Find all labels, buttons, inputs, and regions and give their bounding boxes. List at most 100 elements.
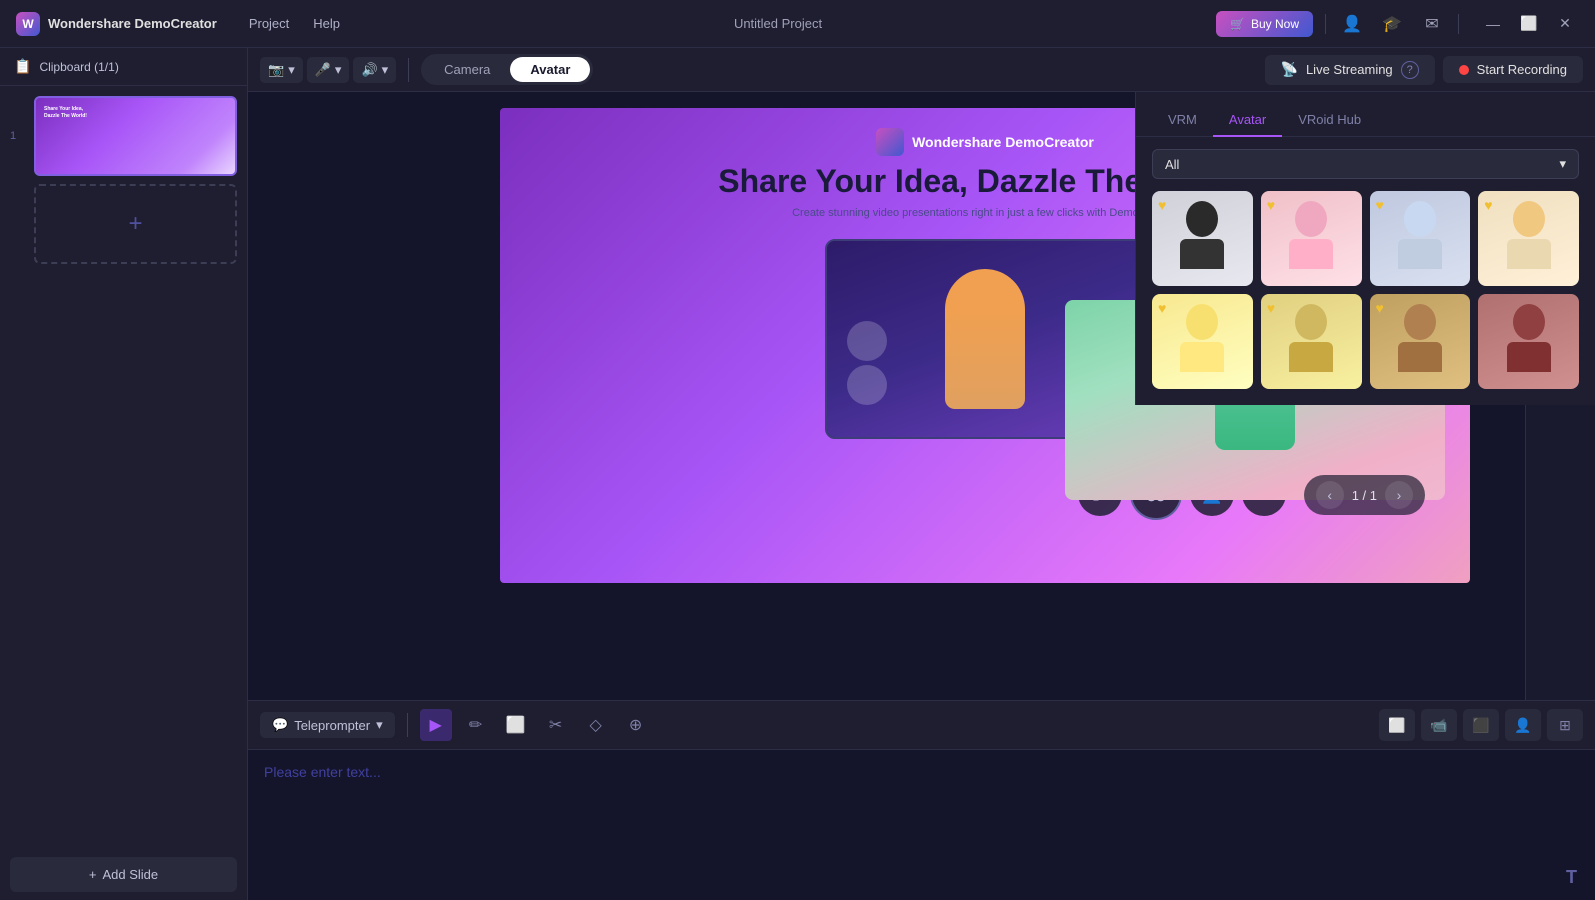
av7-body — [1398, 342, 1442, 372]
start-recording-button[interactable]: Start Recording — [1443, 56, 1583, 83]
next-page-button[interactable]: › — [1385, 481, 1413, 509]
avatar-card-3[interactable]: ♥ — [1370, 191, 1471, 286]
dot-2 — [847, 365, 887, 405]
avatar-fav-5: ♥ — [1158, 300, 1166, 316]
avatar-figure-4 — [1478, 191, 1579, 269]
avatar-switch-button[interactable]: Avatar — [510, 57, 590, 82]
minimize-button[interactable]: — — [1479, 10, 1507, 38]
clipboard-icon: 📋 — [14, 58, 31, 75]
tp-shape-tool[interactable]: ◇ — [580, 709, 612, 741]
avatar-card-1[interactable]: ♥ — [1152, 191, 1253, 286]
close-button[interactable]: ✕ — [1551, 10, 1579, 38]
camera-switch-button[interactable]: Camera — [424, 57, 510, 82]
tab-avatar[interactable]: Avatar — [1213, 104, 1282, 137]
camera-source-button[interactable]: 📷 ▾ — [260, 57, 303, 83]
menu-project[interactable]: Project — [249, 16, 289, 31]
avatar-filter-select[interactable]: All ▾ — [1152, 149, 1579, 179]
pagination: ‹ 1 / 1 › — [1304, 475, 1425, 515]
slide-number-1: 1 — [10, 130, 26, 142]
av8-body — [1507, 342, 1551, 372]
live-streaming-button[interactable]: 📡 Live Streaming ? — [1265, 55, 1435, 85]
add-icon: + — [89, 867, 97, 882]
user-icon-button[interactable]: 👤 — [1338, 10, 1366, 38]
avatar-figure-6 — [1261, 294, 1362, 372]
title-bar-menu: Project Help — [249, 16, 340, 31]
mic-dropdown-icon: ▾ — [335, 62, 342, 78]
filter-dropdown-icon: ▾ — [1559, 156, 1566, 172]
speaker-icon: 🔊 — [361, 62, 377, 78]
cart-icon: 🛒 — [1230, 17, 1245, 31]
bottom-area: 💬 Teleprompter ▾ ▶ ✏ ⬜ ✂ ◇ ⊕ ⬜ 📹 ⬛ 👤 ⊞ — [248, 700, 1595, 900]
teleprompter-toolbar: 💬 Teleprompter ▾ ▶ ✏ ⬜ ✂ ◇ ⊕ ⬜ 📹 ⬛ 👤 ⊞ — [248, 701, 1595, 750]
live-streaming-icon: 📡 — [1281, 61, 1298, 78]
avatar-card-4[interactable]: ♥ — [1478, 191, 1579, 286]
add-slide-button[interactable]: + Add Slide — [10, 857, 237, 892]
live-streaming-help-icon[interactable]: ? — [1401, 61, 1419, 79]
tp-pen-tool[interactable]: ✏ — [460, 709, 492, 741]
add-slide-icon: + — [128, 210, 142, 238]
menu-help[interactable]: Help — [313, 16, 340, 31]
tp-cursor-tool[interactable]: ▶ — [420, 709, 452, 741]
tab-vrm[interactable]: VRM — [1152, 104, 1213, 137]
avatar-card-6[interactable]: ♥ — [1261, 294, 1362, 389]
slide-item-1: 1 Share Your Idea,Dazzle The World! — [10, 96, 237, 176]
graduation-icon-button[interactable]: 🎓 — [1378, 10, 1406, 38]
avatar-card-7[interactable]: ♥ — [1370, 294, 1471, 389]
tp-mode-split[interactable]: ⬛ — [1463, 709, 1499, 741]
start-recording-label: Start Recording — [1477, 62, 1567, 77]
avatar-fav-7: ♥ — [1376, 300, 1384, 316]
window-controls: — ⬜ ✕ — [1479, 10, 1579, 38]
avatar-figure-5 — [1152, 294, 1253, 372]
person-silhouette — [945, 269, 1025, 409]
clipboard-title: Clipboard (1/1) — [39, 60, 118, 74]
recording-dot-icon — [1459, 65, 1469, 75]
av3-head — [1404, 201, 1436, 237]
prev-page-button[interactable]: ‹ — [1316, 481, 1344, 509]
teleprompter-label: Teleprompter — [294, 718, 370, 733]
tp-add-tool[interactable]: ⊕ — [620, 709, 652, 741]
tp-right-buttons: ⬜ 📹 ⬛ 👤 ⊞ — [1379, 709, 1583, 741]
maximize-button[interactable]: ⬜ — [1515, 10, 1543, 38]
mic-button[interactable]: 🎤 ▾ — [307, 57, 350, 83]
buy-now-button[interactable]: 🛒 Buy Now — [1216, 11, 1313, 37]
avatar-card-8[interactable] — [1478, 294, 1579, 389]
tp-mode-grid[interactable]: ⊞ — [1547, 709, 1583, 741]
tp-cut-tool[interactable]: ✂ — [540, 709, 572, 741]
slide-thumb-text: Share Your Idea,Dazzle The World! — [44, 106, 87, 119]
slide-list: 1 Share Your Idea,Dazzle The World! + — [0, 86, 247, 849]
add-slide-placeholder[interactable]: + — [34, 184, 237, 264]
teleprompter-dropdown-icon: ▾ — [376, 717, 383, 733]
teleprompter-button[interactable]: 💬 Teleprompter ▾ — [260, 712, 395, 738]
avatar-figure-2 — [1261, 191, 1362, 269]
page-indicator: 1 / 1 — [1352, 488, 1377, 503]
avatar-filter-row: All ▾ — [1136, 137, 1595, 191]
slide-thumb-1[interactable]: Share Your Idea,Dazzle The World! — [34, 96, 237, 176]
mail-icon-button[interactable]: ✉ — [1418, 10, 1446, 38]
teleprompter-input[interactable] — [248, 750, 1595, 900]
av6-head — [1295, 304, 1327, 340]
app-logo: W Wondershare DemoCreator — [16, 12, 217, 36]
text-format-icon: T — [1566, 867, 1577, 888]
av7-head — [1404, 304, 1436, 340]
tp-mode-camera[interactable]: 📹 — [1421, 709, 1457, 741]
tp-mode-screen[interactable]: ⬜ — [1379, 709, 1415, 741]
tab-vroid-hub[interactable]: VRoid Hub — [1282, 104, 1377, 137]
toolbar: 📷 ▾ 🎤 ▾ 🔊 ▾ Camera Avatar 📡 — [248, 48, 1595, 92]
avatar-fav-2: ♥ — [1267, 197, 1275, 213]
avatar-figure-1 — [1152, 191, 1253, 269]
left-panel: 📋 Clipboard (1/1) 1 Share Your Idea,Dazz… — [0, 48, 248, 900]
tp-mode-person[interactable]: 👤 — [1505, 709, 1541, 741]
av8-head — [1513, 304, 1545, 340]
slide-thumb-content: Share Your Idea,Dazzle The World! — [36, 98, 235, 174]
avatar-fav-3: ♥ — [1376, 197, 1384, 213]
avatar-card-5[interactable]: ♥ — [1152, 294, 1253, 389]
tp-text-tool[interactable]: ⬜ — [500, 709, 532, 741]
avatar-panel: VRM Avatar VRoid Hub All ▾ ♥ — [1135, 92, 1595, 405]
slide-demo-logo-text: Wondershare DemoCreator — [912, 134, 1094, 150]
avatar-card-2[interactable]: ♥ — [1261, 191, 1362, 286]
speaker-button[interactable]: 🔊 ▾ — [353, 57, 396, 83]
slide-subtitle: Create stunning video presentations righ… — [792, 207, 1178, 219]
av1-head — [1186, 201, 1218, 237]
center-area: 📷 ▾ 🎤 ▾ 🔊 ▾ Camera Avatar 📡 — [248, 48, 1595, 900]
app-name: Wondershare DemoCreator — [48, 16, 217, 31]
